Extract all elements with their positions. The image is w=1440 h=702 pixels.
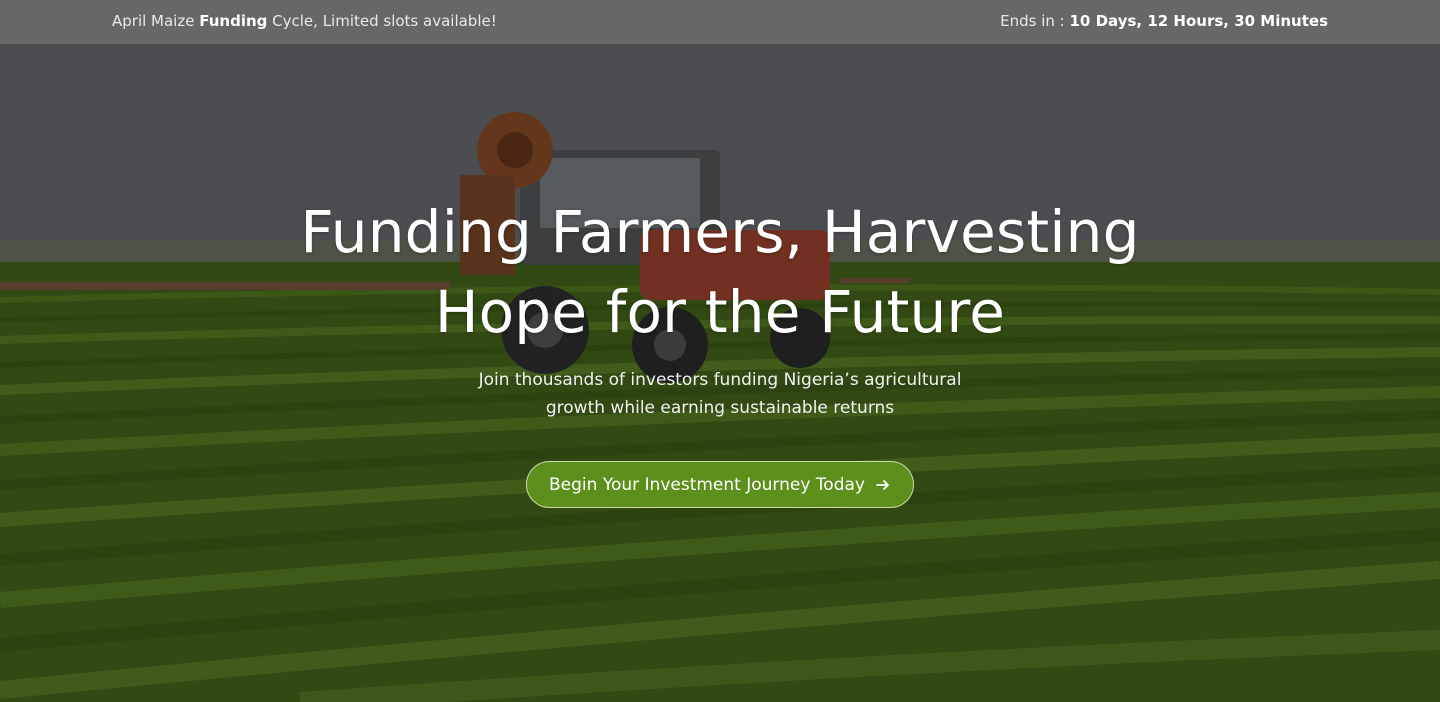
hero-subtext-line-2: growth while earning sustainable returns	[545, 398, 895, 418]
hero-section: April Maize Funding Cycle, Limited slots…	[0, 0, 1440, 702]
announcement-bar: April Maize Funding Cycle, Limited slots…	[0, 0, 1440, 44]
arrow-right-icon	[876, 479, 889, 490]
hero-content: Funding Farmers, Harvesting Hope for the…	[0, 0, 1440, 702]
hero-subtext-line-1: Join thousands of investors funding Nige…	[478, 370, 962, 390]
countdown-timer: Ends in : 10 Days, 12 Hours, 30 Minutes	[1000, 12, 1328, 30]
hero-subtext: Join thousands of investors funding Nige…	[0, 366, 1440, 422]
hero-headline: Funding Farmers, Harvesting Hope for the…	[0, 192, 1440, 352]
cta-label: Begin Your Investment Journey Today	[549, 474, 865, 495]
begin-investment-journey-button[interactable]: Begin Your Investment Journey Today	[526, 461, 914, 508]
funding-cycle-bold: Funding	[199, 12, 268, 30]
hero-headline-line-2: Hope for the Future	[434, 278, 1006, 346]
countdown-label: Ends in :	[1000, 12, 1070, 30]
hero-headline-line-1: Funding Farmers, Harvesting	[300, 198, 1140, 266]
funding-cycle-prefix: April Maize	[112, 12, 200, 30]
funding-cycle-suffix: Cycle, Limited slots available!	[267, 12, 497, 30]
countdown-value: 10 Days, 12 Hours, 30 Minutes	[1069, 12, 1328, 30]
funding-cycle-notice: April Maize Funding Cycle, Limited slots…	[112, 12, 497, 30]
